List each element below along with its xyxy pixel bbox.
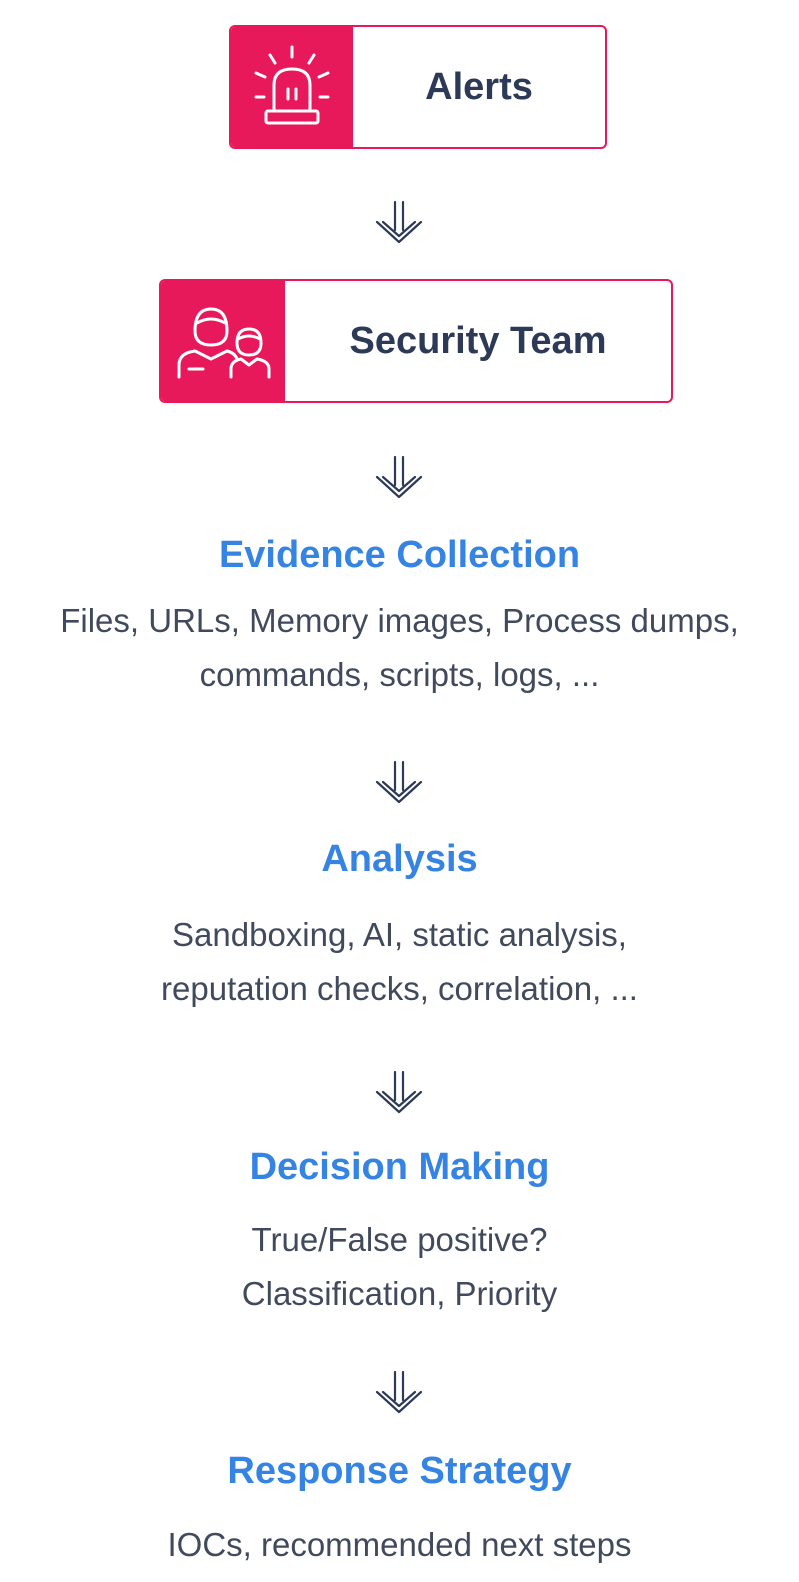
step-desc-decision-making: True/False positive? Classification, Pri… — [0, 1213, 799, 1321]
step-desc-evidence-collection: Files, URLs, Memory images, Process dump… — [0, 594, 799, 702]
step-desc-line: Classification, Priority — [241, 1275, 558, 1312]
double-chevron-down-icon — [375, 1370, 423, 1414]
security-team-icon-cell — [161, 281, 285, 401]
security-team-label: Security Team — [349, 319, 607, 362]
double-chevron-down-icon — [375, 760, 423, 804]
alerts-label: Alerts — [425, 65, 533, 108]
step-desc-line: True/False positive? — [251, 1221, 548, 1258]
double-chevron-down-icon — [375, 200, 423, 244]
step-desc-response-strategy: IOCs, recommended next steps — [0, 1518, 799, 1572]
alarm-siren-icon — [254, 45, 330, 125]
step-desc-analysis: Sandboxing, AI, static analysis, reputat… — [0, 908, 799, 1016]
step-title-analysis: Analysis — [321, 838, 478, 880]
step-desc-line: reputation checks, correlation, ... — [161, 970, 638, 1007]
alerts-icon-cell — [231, 27, 353, 147]
step-title-decision-making: Decision Making — [249, 1146, 550, 1188]
double-chevron-down-icon — [375, 455, 423, 499]
step-desc-line: Sandboxing, AI, static analysis, — [172, 916, 627, 953]
step-title-evidence-collection: Evidence Collection — [218, 534, 581, 576]
step-desc-line: IOCs, recommended next steps — [167, 1526, 632, 1563]
team-people-icon — [177, 307, 271, 379]
step-desc-line: commands, scripts, logs, ... — [199, 656, 600, 693]
security-team-box: Security Team — [159, 279, 673, 403]
alerts-box: Alerts — [229, 25, 607, 149]
step-title-response-strategy: Response Strategy — [227, 1450, 572, 1492]
step-desc-line: Files, URLs, Memory images, Process dump… — [60, 602, 739, 639]
double-chevron-down-icon — [375, 1070, 423, 1114]
